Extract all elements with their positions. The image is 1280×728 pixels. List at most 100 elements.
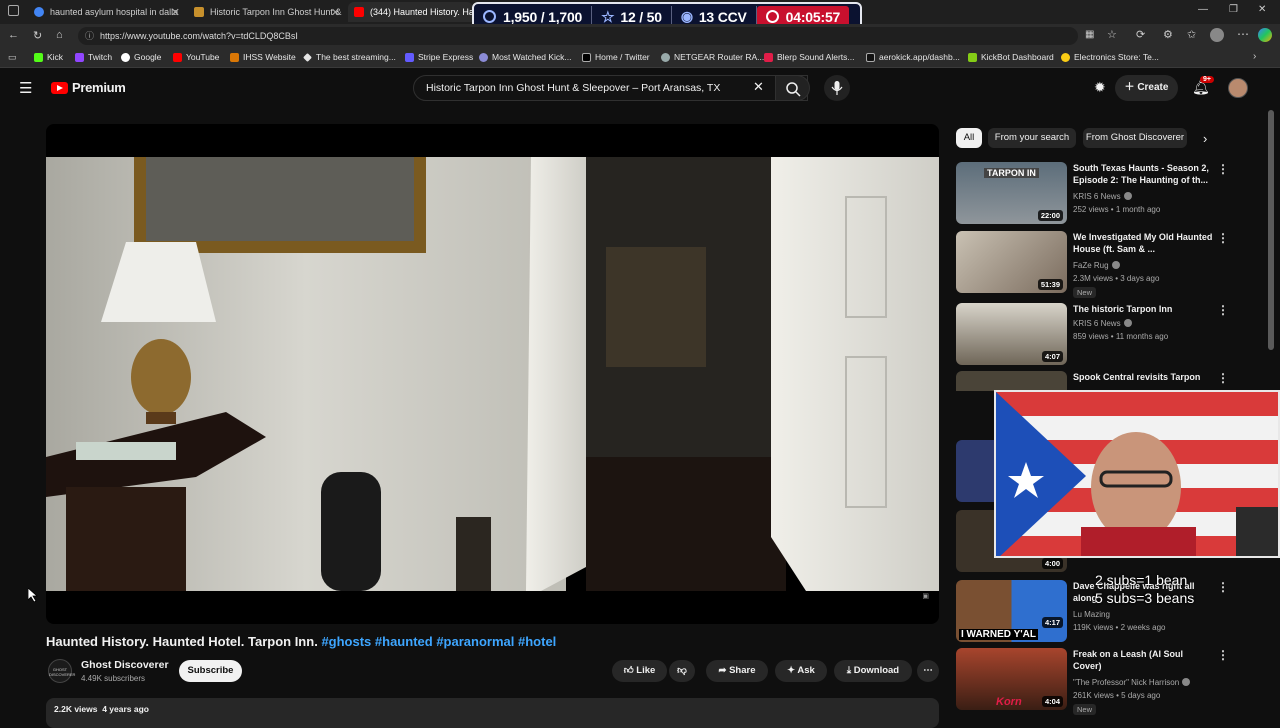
video-title-text: Haunted History. Haunted Hotel. Tarpon I… bbox=[46, 634, 318, 649]
browser-tab-3[interactable]: (344) Haunted History. Haunt bbox=[348, 2, 473, 22]
chips-next-chevron-icon[interactable]: › bbox=[1203, 131, 1207, 146]
close-tab-icon[interactable]: ✕ bbox=[331, 6, 340, 19]
bookmark-item[interactable]: KickBot Dashboard bbox=[968, 52, 1054, 62]
video-thumbnail[interactable] bbox=[956, 440, 994, 502]
recommendation-channel[interactable]: "The Professor" Nick Harrison bbox=[1073, 678, 1213, 687]
tab-actions-icon[interactable] bbox=[8, 5, 19, 16]
bookmark-item[interactable]: Blerp Sound Alerts... bbox=[764, 52, 855, 62]
sidebar-scrollbar[interactable] bbox=[1268, 110, 1274, 350]
download-button[interactable]: ⤓ Download bbox=[834, 660, 912, 682]
more-icon[interactable]: ⋯ bbox=[1237, 27, 1249, 41]
video-thumbnail[interactable] bbox=[956, 371, 1067, 391]
thumbnail-text: TARPON IN bbox=[984, 168, 1039, 178]
recommendation-channel[interactable]: Lu Mazing bbox=[1073, 610, 1213, 619]
chevron-right-icon[interactable]: › bbox=[1253, 51, 1256, 62]
bookmark-item[interactable]: The best streaming... bbox=[303, 52, 396, 62]
channel-avatar[interactable]: GHOST DISCOVERER bbox=[48, 659, 75, 683]
browser-tab-2[interactable]: Historic Tarpon Inn Ghost Hunt & ✕ bbox=[188, 2, 346, 22]
bookmark-item[interactable]: Kick bbox=[34, 52, 63, 62]
recommendation-title[interactable]: Freak on a Leash (AI Soul Cover) bbox=[1073, 648, 1213, 672]
settings-gear-icon[interactable]: ✹ bbox=[1094, 79, 1106, 96]
ask-button[interactable]: ✦ Ask bbox=[775, 660, 827, 682]
youtube-logo[interactable]: Premium bbox=[51, 80, 126, 95]
more-options-icon[interactable]: ⋮ bbox=[1217, 231, 1229, 245]
recommendation-item[interactable]: TARPON IN 22:00 South Texas Haunts - Sea… bbox=[956, 162, 1256, 224]
hashtag-link[interactable]: #haunted bbox=[375, 634, 433, 649]
chip-all[interactable]: All bbox=[956, 128, 982, 148]
video-thumbnail[interactable]: Korn 4:04 bbox=[956, 648, 1067, 710]
more-options-icon[interactable]: ⋮ bbox=[1217, 648, 1229, 662]
apps-icon[interactable]: ▦ bbox=[1085, 29, 1094, 40]
dislike-button[interactable]: 👎︎ bbox=[669, 660, 695, 682]
favorites-icon[interactable]: ✩ bbox=[1187, 28, 1196, 41]
bookmark-item[interactable]: Electronics Store: Te... bbox=[1061, 52, 1159, 62]
bookmark-item[interactable]: Stripe Express bbox=[405, 52, 473, 62]
subscribe-button[interactable]: Subscribe bbox=[179, 660, 242, 682]
browser-tab-1[interactable]: haunted asylum hospital in dalla ✕ bbox=[28, 2, 186, 22]
url-input[interactable]: ⓘ https://www.youtube.com/watch?v=tdCLDQ… bbox=[78, 27, 1078, 45]
recommendation-item[interactable]: 51:39 We Investigated My Old Haunted Hou… bbox=[956, 231, 1256, 298]
ask-label: Ask bbox=[797, 665, 815, 676]
recommendation-title[interactable]: The historic Tarpon Inn bbox=[1073, 303, 1213, 315]
hamburger-menu-icon[interactable]: ☰ bbox=[19, 79, 32, 97]
more-options-icon[interactable]: ⋮ bbox=[1217, 162, 1229, 176]
description-box[interactable]: 2.2K views 4 years ago bbox=[46, 698, 939, 728]
bookmark-item[interactable]: NETGEAR Router RA... bbox=[661, 52, 764, 62]
bookmark-item[interactable]: Twitch bbox=[75, 52, 112, 62]
minimize-icon[interactable]: — bbox=[1198, 4, 1208, 15]
maximize-icon[interactable]: ❐ bbox=[1229, 4, 1238, 15]
recommendation-channel[interactable]: FaZe Rug bbox=[1073, 261, 1213, 270]
account-avatar[interactable] bbox=[1228, 78, 1248, 98]
copilot-icon[interactable] bbox=[1258, 28, 1272, 42]
close-tab-icon[interactable]: ✕ bbox=[171, 6, 180, 19]
recommendation-title[interactable]: South Texas Haunts - Season 2, Episode 2… bbox=[1073, 162, 1213, 186]
close-window-icon[interactable]: ✕ bbox=[1258, 4, 1266, 15]
video-thumbnail[interactable]: 4:07 bbox=[956, 303, 1067, 365]
like-button[interactable]: 👍︎ Like bbox=[612, 660, 667, 682]
more-options-icon[interactable]: ⋮ bbox=[1217, 580, 1229, 594]
video-player[interactable]: ▣ bbox=[46, 124, 939, 624]
recommendation-item[interactable]: Spook Central revisits Tarpon ⋮ bbox=[956, 371, 1256, 391]
video-thumbnail[interactable]: TARPON IN 22:00 bbox=[956, 162, 1067, 224]
bookmark-item[interactable]: Google bbox=[121, 52, 161, 62]
bookmark-item[interactable]: YouTube bbox=[173, 52, 219, 62]
recommendation-item[interactable]: Korn 4:04 Freak on a Leash (AI Soul Cove… bbox=[956, 648, 1256, 715]
chip-from-channel[interactable]: From Ghost Discoverer bbox=[1083, 128, 1187, 148]
refresh-extension-icon[interactable]: ⟳ bbox=[1136, 28, 1145, 41]
create-button[interactable]: ＋ Create bbox=[1115, 75, 1178, 101]
more-options-icon[interactable]: ⋮ bbox=[1217, 371, 1229, 385]
profile-avatar[interactable] bbox=[1210, 28, 1224, 42]
home-icon[interactable]: ⌂ bbox=[56, 29, 63, 41]
recommendation-channel[interactable]: KRIS 6 News bbox=[1073, 319, 1213, 328]
bookmark-item[interactable]: Most Watched Kick... bbox=[479, 52, 572, 62]
bookmark-item[interactable]: IHSS Website bbox=[230, 52, 296, 62]
reload-icon[interactable]: ↻ bbox=[33, 29, 42, 42]
voice-search-button[interactable] bbox=[824, 75, 850, 101]
extensions-icon[interactable]: ⚙ bbox=[1163, 28, 1173, 41]
bookmark-item[interactable]: aerokick.app/dashb... bbox=[866, 52, 960, 62]
more-actions-button[interactable]: ⋯ bbox=[917, 660, 939, 682]
clear-search-icon[interactable]: ✕ bbox=[753, 79, 764, 95]
favorite-star-icon[interactable]: ☆ bbox=[1107, 28, 1117, 41]
search-button[interactable] bbox=[775, 75, 810, 101]
channel-name[interactable]: Ghost Discoverer bbox=[81, 659, 169, 671]
more-options-icon[interactable]: ⋮ bbox=[1217, 303, 1229, 317]
chip-from-your-search[interactable]: From your search bbox=[988, 128, 1076, 148]
hashtag-link[interactable]: #paranormal bbox=[436, 634, 514, 649]
recommendation-title[interactable]: We Investigated My Old Haunted House (ft… bbox=[1073, 231, 1213, 255]
back-icon[interactable]: ← bbox=[8, 29, 19, 41]
bookmark-item[interactable]: Home / Twitter bbox=[582, 52, 650, 62]
site-info-icon[interactable]: ⓘ bbox=[85, 27, 94, 45]
video-thumbnail[interactable]: I WARNED Y'AL 4:17 bbox=[956, 580, 1067, 642]
recommendation-channel[interactable]: KRIS 6 News bbox=[1073, 192, 1213, 201]
search-input[interactable]: Historic Tarpon Inn Ghost Hunt & Sleepov… bbox=[413, 75, 808, 101]
video-thumbnail[interactable]: 51:39 bbox=[956, 231, 1067, 293]
hashtag-link[interactable]: #ghosts bbox=[321, 634, 371, 649]
bookmarks-folder-icon[interactable]: ▭ bbox=[8, 52, 17, 63]
recommendation-item[interactable]: 4:07 The historic Tarpon Inn KRIS 6 News… bbox=[956, 303, 1256, 365]
eye-icon: ◉ bbox=[680, 8, 693, 24]
hashtag-link[interactable]: #hotel bbox=[518, 634, 556, 649]
video-duration: 4:07 bbox=[1041, 351, 1063, 362]
share-button[interactable]: ➦ Share bbox=[706, 660, 768, 682]
recommendation-title[interactable]: Spook Central revisits Tarpon bbox=[1073, 371, 1213, 383]
